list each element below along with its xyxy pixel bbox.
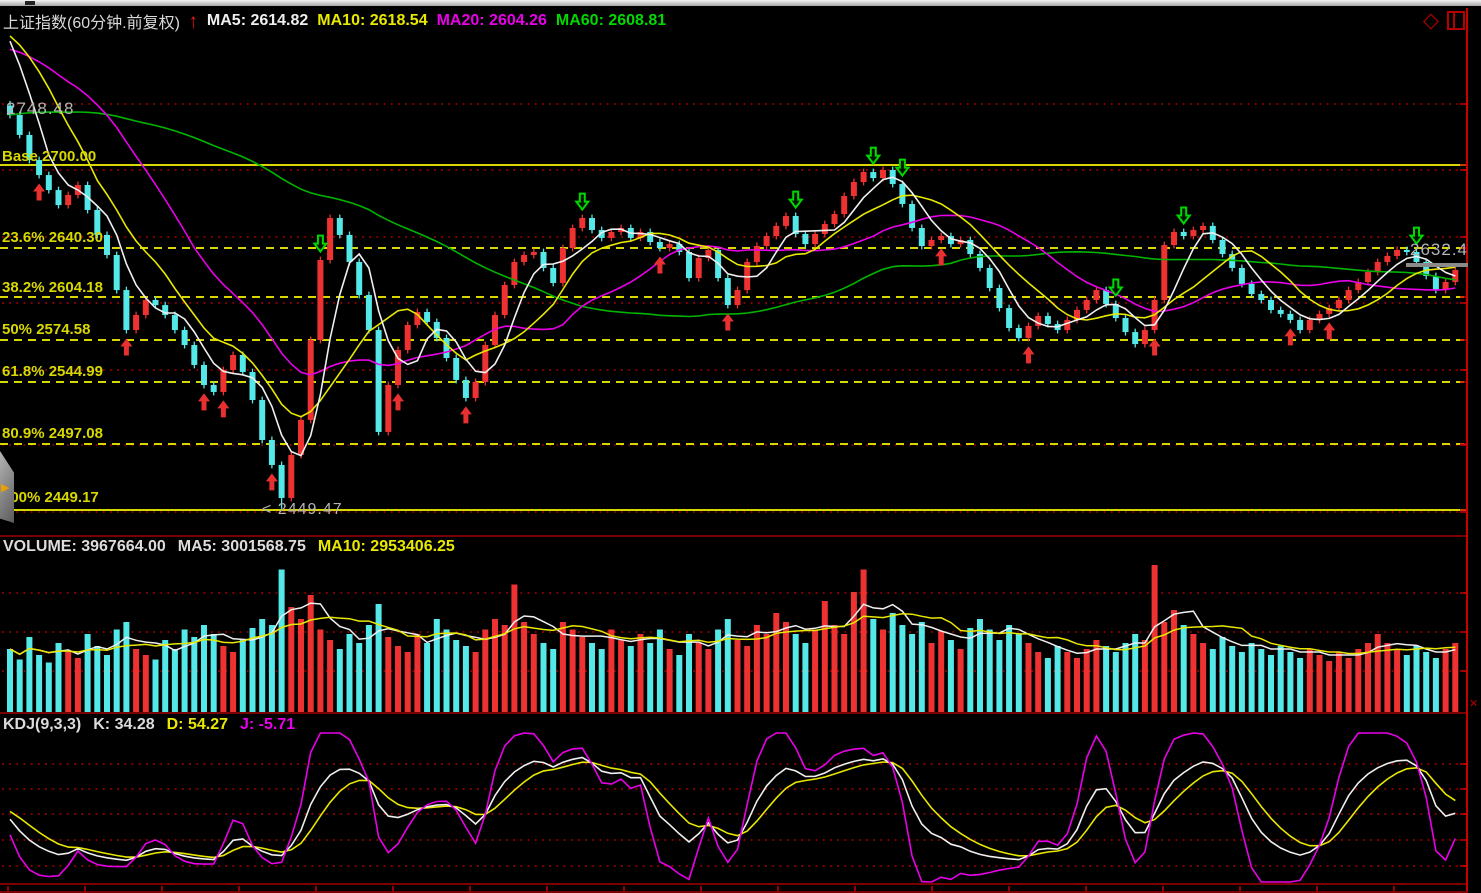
volume-ma10-label: MA10: 2953406.25 [318,538,455,556]
buy-signal-arrow [1323,322,1335,339]
kdj-j-label: J: -5.71 [240,716,295,734]
ma60-value-label: MA60: 2608.81 [556,12,666,30]
fib-label: 50% 2574.58 [2,321,90,338]
sell-signal-arrow [896,160,908,176]
buy-signal-arrow [460,406,472,423]
fib-label: 38.2% 2604.18 [2,279,103,296]
sell-signal-arrow [790,192,802,208]
trend-up-arrow-icon: ↑ [189,13,198,29]
sell-signal-arrow [576,194,588,210]
main-chart-header: 上证指数(60分钟.前复权) ↑ MA5: 2614.82 MA10: 2618… [3,9,666,33]
titlebar-icons: ◇ [1423,11,1465,30]
buy-signal-arrow [217,400,229,417]
ma5-value-label: MA5: 2614.82 [207,12,308,30]
kdj-name-label: KDJ(9,3,3) [3,716,81,734]
buy-signal-arrow [935,248,947,265]
sell-signal-arrow [1178,208,1190,224]
fib-label: 61.8% 2544.99 [2,363,103,380]
ma10-value-label: MA10: 2618.54 [317,12,427,30]
kdj-k-label: K: 34.28 [93,716,154,734]
buy-signal-arrow [198,393,210,410]
symbol-period-label: 上证指数(60分钟.前复权) [3,9,180,33]
diamond-icon[interactable]: ◇ [1423,12,1439,30]
volume-ma5-label: MA5: 3001568.75 [178,538,306,556]
buy-signal-arrow [1284,328,1296,345]
last-price-marker-bar [1406,263,1468,267]
period-high-tag: 2748.48 [6,99,74,119]
fib-label: 80.9% 2497.08 [2,425,103,442]
window-top-strip [0,0,1481,6]
kdj-header: KDJ(9,3,3) K: 34.28 D: 54.27 J: -5.71 [3,716,295,734]
fib-label: Base 2700.00 [2,148,96,165]
chart-canvas[interactable] [0,0,1481,893]
buy-signal-arrow [392,393,404,410]
sell-signal-arrow [867,148,879,164]
buy-signal-arrow [1023,346,1035,363]
buy-signal-arrow [266,473,278,490]
buy-signal-arrow [722,313,734,330]
fib-label: 100% 2449.17 [2,489,99,506]
stock-chart-window: { "header": { "symbol_period": "上证指数(60分… [0,0,1481,893]
volume-header: VOLUME: 3967664.00 MA5: 3001568.75 MA10:… [3,538,455,556]
buy-signal-arrow [33,183,45,200]
strip-notch [25,1,35,5]
close-icon[interactable]: ✕ [1469,697,1478,710]
ma20-value-label: MA20: 2604.26 [437,12,547,30]
last-price-tag: 2632.4 [1410,240,1468,260]
fib-label: 23.6% 2640.30 [2,229,103,246]
sell-signal-arrow [314,236,326,252]
split-window-icon[interactable] [1447,11,1465,30]
period-low-tag: < 2449.47 [262,501,343,519]
kdj-d-label: D: 54.27 [167,716,228,734]
volume-value-label: VOLUME: 3967664.00 [3,538,166,556]
expand-arrow-icon: ▶ [1,481,9,494]
